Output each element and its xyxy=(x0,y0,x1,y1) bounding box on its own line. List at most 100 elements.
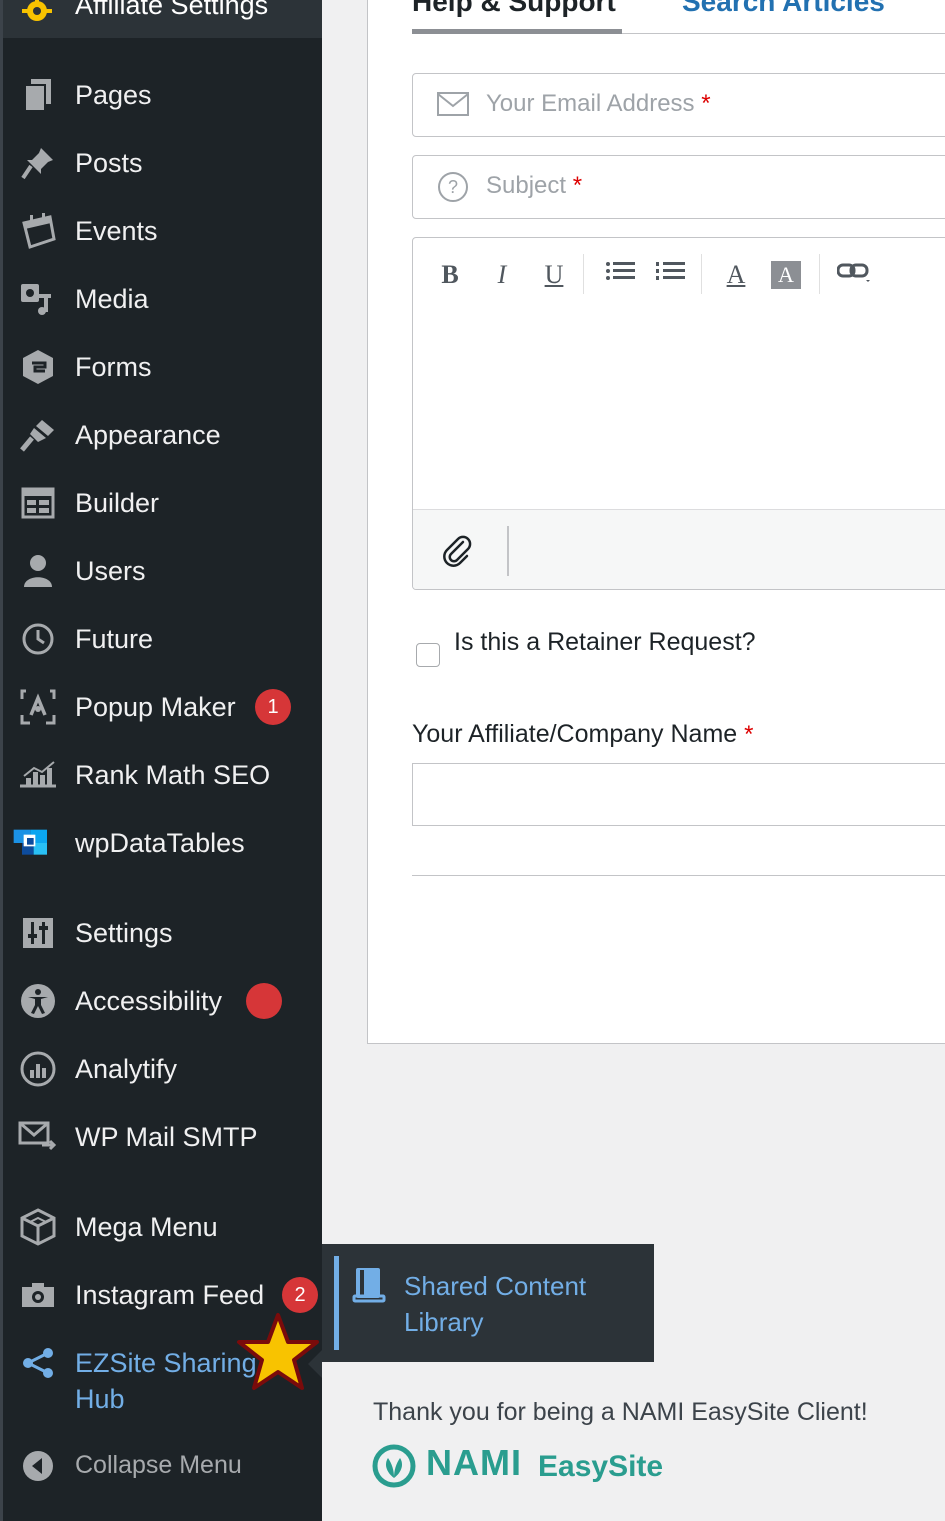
sidebar-item-label: Users xyxy=(75,556,146,586)
sidebar-item-affiliate-settings[interactable]: Affiliate Settings xyxy=(0,0,322,38)
sidebar-item-wp-mail-smtp[interactable]: WP Mail SMTP xyxy=(0,1105,322,1165)
link-icon xyxy=(836,263,870,282)
sidebar-item-future[interactable]: Future xyxy=(0,607,322,667)
sidebar-item-appearance[interactable]: Appearance xyxy=(0,403,322,463)
sidebar-item-label: Settings xyxy=(75,918,173,948)
sidebar-item-events[interactable]: Events xyxy=(0,199,322,259)
grid-icon xyxy=(18,485,58,521)
chart-icon xyxy=(18,757,58,793)
app-root: Help & Support Search Articles Your Emai… xyxy=(0,0,945,1521)
subject-placeholder: Subject xyxy=(486,172,567,199)
calendar-icon xyxy=(18,213,58,249)
media-icon xyxy=(18,281,58,317)
sidebar-item-label: Forms xyxy=(75,352,152,382)
font-color-button[interactable]: A xyxy=(719,258,753,292)
sidebar-item-popup-maker[interactable]: Popup Maker 1 xyxy=(0,675,322,735)
retainer-checkbox[interactable] xyxy=(416,643,440,667)
sidebar-item-label: Instagram Feed xyxy=(75,1280,265,1310)
toolbar-separator xyxy=(701,254,702,294)
sidebar-item-wpdatatables[interactable]: wpDataTables xyxy=(0,811,322,871)
sidebar-item-pages[interactable]: Pages xyxy=(0,63,322,123)
required-mark: * xyxy=(572,172,583,199)
footer-separator xyxy=(507,526,509,576)
camera-icon xyxy=(18,1277,58,1313)
mail-icon xyxy=(18,1119,58,1155)
sidebar-item-users[interactable]: Users xyxy=(0,539,322,599)
numbered-list-button[interactable] xyxy=(653,258,687,292)
sidebar-edge xyxy=(0,0,3,1521)
sidebar-item-label: Analytify xyxy=(75,1054,178,1084)
email-placeholder: Your Email Address xyxy=(486,90,695,117)
sidebar-item-label: Mega Menu xyxy=(75,1212,218,1242)
notification-badge: 1 xyxy=(255,689,291,725)
settings-icon xyxy=(18,915,58,951)
sidebar-item-label: Accessibility xyxy=(75,986,223,1016)
sidebar-item-label: Media xyxy=(75,284,149,314)
toolbar-separator xyxy=(819,254,820,294)
sidebar-item-label: Future xyxy=(75,624,154,654)
sidebar-item-analytify[interactable]: Analytify xyxy=(0,1037,322,1097)
sidebar-item-label: Popup Maker xyxy=(75,692,236,722)
notification-dot xyxy=(246,983,282,1019)
required-mark: * xyxy=(744,721,754,748)
sidebar-item-label: Pages xyxy=(75,80,152,110)
sharing-hub-submenu: Shared Content Library xyxy=(322,1244,654,1362)
sidebar-item-media[interactable]: Media xyxy=(0,267,322,327)
editor-footer xyxy=(413,509,945,589)
bullet-list-button[interactable] xyxy=(603,258,637,292)
background-color-button[interactable]: A xyxy=(771,261,801,289)
thanks-message: Thank you for being a NAMI EasySite Clie… xyxy=(373,1398,868,1426)
sidebar-item-rank-math-seo[interactable]: Rank Math SEO xyxy=(0,743,322,803)
sidebar-item-settings[interactable]: Settings xyxy=(0,901,322,961)
form-divider xyxy=(412,875,945,876)
message-editor[interactable]: B I U A A xyxy=(412,237,945,590)
pin-icon xyxy=(18,145,58,181)
bold-button[interactable]: B xyxy=(433,258,467,292)
email-field[interactable]: Your Email Address * xyxy=(412,73,945,137)
accessibility-icon xyxy=(18,983,58,1019)
cube-icon xyxy=(18,1208,58,1246)
tab-search-articles[interactable]: Search Articles xyxy=(682,0,885,18)
clock-icon xyxy=(18,621,58,657)
bullet-list-icon xyxy=(606,262,635,280)
popup-icon xyxy=(18,689,58,725)
sidebar-item-mega-menu[interactable]: Mega Menu xyxy=(0,1195,322,1255)
sidebar-item-label: Events xyxy=(75,216,158,246)
submenu-item-shared-content-library[interactable]: Shared Content Library xyxy=(404,1268,634,1340)
sidebar-item-label: wpDataTables xyxy=(75,828,245,858)
pages-icon xyxy=(18,77,58,113)
sidebar-item-forms[interactable]: Forms xyxy=(0,335,322,395)
logo-icon xyxy=(372,1444,416,1488)
company-name-input[interactable] xyxy=(412,763,945,826)
user-icon xyxy=(18,553,58,589)
tab-help-support[interactable]: Help & Support xyxy=(412,0,622,34)
svg-text:?: ? xyxy=(448,177,458,197)
logo-nami-text: NAMI xyxy=(426,1442,522,1483)
paintbrush-icon xyxy=(18,417,58,453)
envelope-icon xyxy=(437,89,469,124)
help-circle-icon: ? xyxy=(437,171,469,208)
sidebar-item-label: Rank Math SEO xyxy=(75,760,271,790)
italic-button[interactable]: I xyxy=(485,258,519,292)
sidebar-item-posts[interactable]: Posts xyxy=(0,131,322,191)
underline-button[interactable]: U xyxy=(537,258,571,292)
retainer-label: Is this a Retainer Request? xyxy=(454,628,756,656)
company-label-text: Your Affiliate/Company Name xyxy=(412,720,738,748)
forms-icon xyxy=(18,349,58,385)
link-button[interactable] xyxy=(836,258,871,292)
sidebar-item-label: Posts xyxy=(75,148,143,178)
sidebar-item-label: Builder xyxy=(75,488,160,518)
share-icon xyxy=(18,1345,58,1381)
gear-icon xyxy=(20,0,54,33)
collapse-menu-button[interactable]: Collapse Menu xyxy=(0,1434,322,1494)
tab-bar: Help & Support Search Articles xyxy=(412,0,945,34)
company-name-label: Your Affiliate/Company Name * xyxy=(412,720,753,749)
paperclip-icon[interactable] xyxy=(441,534,473,573)
subject-field[interactable]: ? Subject * xyxy=(412,155,945,219)
logo-easysite-text: EasySite xyxy=(538,1450,664,1483)
sidebar-item-builder[interactable]: Builder xyxy=(0,471,322,531)
editor-toolbar: B I U A A xyxy=(413,238,945,310)
required-mark: * xyxy=(701,90,711,117)
sidebar-item-accessibility[interactable]: Accessibility xyxy=(0,969,322,1029)
wpdatatables-icon xyxy=(12,825,52,861)
